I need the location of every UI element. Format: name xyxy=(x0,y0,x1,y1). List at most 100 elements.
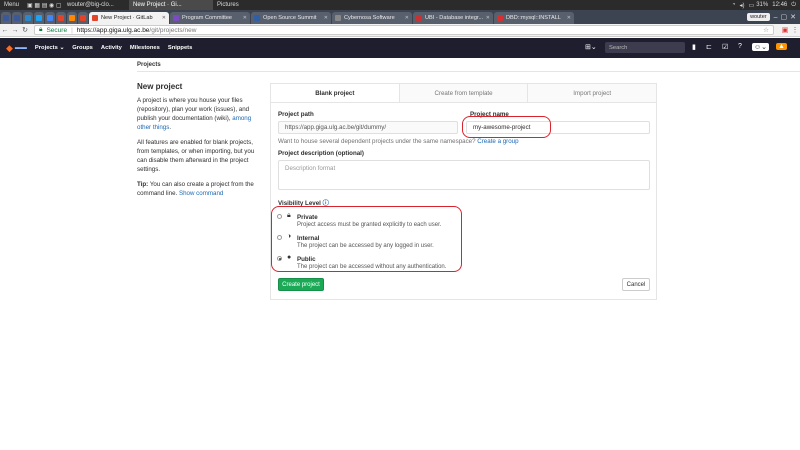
cancel-button[interactable]: Cancel xyxy=(622,278,650,291)
pinned-tab[interactable] xyxy=(34,12,44,24)
tip-paragraph: Tip: You can also create a project from … xyxy=(137,180,255,198)
close-window-icon[interactable]: ✕ xyxy=(790,13,796,21)
close-icon[interactable]: ✕ xyxy=(486,15,490,21)
annotation-visibility xyxy=(271,206,462,272)
browser-tab[interactable]: DBD::mysql::INSTALL ✕ xyxy=(494,12,574,24)
create-project-button[interactable]: Create project xyxy=(278,278,324,291)
gitlab-logo-text[interactable]: ▬▬ xyxy=(15,45,27,51)
os-menu-label: Menu xyxy=(4,2,20,8)
features-paragraph: All features are enabled for blank proje… xyxy=(137,139,255,173)
wifi-icon[interactable]: ◔ xyxy=(732,2,736,8)
search-input[interactable]: Search xyxy=(605,42,685,53)
power-icon[interactable]: ⏻ xyxy=(791,2,796,9)
sidebar-help: New project A project is where you house… xyxy=(137,82,255,204)
tab-title: UBI - Database integr... xyxy=(425,15,484,21)
nav-snippets[interactable]: Snippets xyxy=(168,45,192,51)
new-dropdown-icon[interactable]: ⊞⌄ xyxy=(585,43,597,51)
clock: 12:46 xyxy=(772,2,788,8)
nav-groups[interactable]: Groups xyxy=(72,45,93,51)
os-task-pictures[interactable]: Pictures xyxy=(213,0,273,10)
pinned-tab[interactable] xyxy=(78,12,88,24)
project-path-value: https://app.giga.ulg.ac.be/git/dummy/ xyxy=(285,124,387,131)
site-icon xyxy=(69,15,75,21)
reload-icon[interactable]: ↻ xyxy=(20,26,30,34)
maximize-icon[interactable]: ▢ xyxy=(781,13,788,21)
annotation-project-name xyxy=(462,116,551,138)
merge-requests-icon[interactable]: ⊏ xyxy=(706,43,712,51)
nav-projects[interactable]: Projects ⌄ xyxy=(35,45,64,51)
facebook-icon xyxy=(3,15,9,21)
notification-icon[interactable]: ▲ xyxy=(776,43,787,50)
namespace-help: Want to house several dependent projects… xyxy=(278,138,519,145)
site-icon xyxy=(254,15,260,21)
tab-title: New Project · GitLab xyxy=(101,15,153,21)
os-task-label: Pictures xyxy=(217,2,239,8)
browser-tab[interactable]: Program Committee ✕ xyxy=(170,12,250,24)
site-icon xyxy=(497,15,503,21)
user-avatar[interactable]: ☺⌄ xyxy=(752,43,770,51)
forward-icon[interactable]: → xyxy=(10,27,20,34)
description-label: Project description (optional) xyxy=(278,150,364,157)
pinned-tab[interactable] xyxy=(56,12,66,24)
browser-tab[interactable]: Open Source Summit ✕ xyxy=(251,12,331,24)
pinned-tab[interactable] xyxy=(12,12,22,24)
gitlab-icon xyxy=(80,15,86,21)
pinned-tab[interactable] xyxy=(23,12,33,24)
description-textarea[interactable]: Description format xyxy=(278,160,650,190)
browser-tab[interactable]: UBI - Database integr... ✕ xyxy=(413,12,493,24)
z-icon xyxy=(25,15,31,21)
address-bar[interactable]: 🔒︎ Secure | https://app.giga.ulg.ac.be /… xyxy=(34,25,774,35)
browser-profile-button[interactable]: wouter xyxy=(747,13,770,21)
breadcrumb-projects[interactable]: Projects xyxy=(137,62,161,68)
browser-menu-icon[interactable]: ⋮ xyxy=(790,26,800,34)
project-path-field[interactable]: https://app.giga.ulg.ac.be/git/dummy/ xyxy=(278,121,458,134)
help-icon[interactable]: ? xyxy=(738,43,742,50)
os-launcher-icons[interactable]: ▣ ▦ ▤ ◉ ▢ xyxy=(23,0,63,10)
tab-blank-project[interactable]: Blank project xyxy=(271,84,399,102)
os-task-browser[interactable]: New Project · Gi... xyxy=(129,0,214,10)
extension-icon[interactable]: ▣ xyxy=(780,26,790,34)
close-icon[interactable]: ✕ xyxy=(567,15,571,21)
window-controls: wouter ‒ ▢ ✕ xyxy=(747,10,800,24)
browser-tab[interactable]: Cybernosa Software ✕ xyxy=(332,12,412,24)
close-icon[interactable]: ✕ xyxy=(324,15,328,21)
battery-icon[interactable]: ▭ xyxy=(749,2,755,9)
tip-label: Tip: xyxy=(137,181,149,188)
close-icon[interactable]: ✕ xyxy=(405,15,409,21)
search-placeholder: Search xyxy=(609,44,628,51)
close-icon[interactable]: ✕ xyxy=(162,15,166,21)
os-taskbar: Menu ▣ ▦ ▤ ◉ ▢ wouter@big-clo... New Pro… xyxy=(0,0,800,10)
pinned-tab[interactable] xyxy=(1,12,11,24)
tab-create-from-template[interactable]: Create from template xyxy=(398,84,528,102)
gitlab-navbar: ◆ ▬▬ Projects ⌄ Groups Activity Mileston… xyxy=(0,38,800,58)
close-icon[interactable]: ✕ xyxy=(243,15,247,21)
volume-icon[interactable]: ◂) xyxy=(740,2,745,9)
tab-title: Open Source Summit xyxy=(263,15,317,21)
back-icon[interactable]: ← xyxy=(0,27,10,34)
todos-icon[interactable]: ☑ xyxy=(722,43,728,51)
star-icon[interactable]: ☆ xyxy=(763,26,769,34)
issues-icon[interactable]: ▮ xyxy=(692,43,696,51)
show-command-link[interactable]: Show command xyxy=(179,190,223,197)
tab-title: DBD::mysql::INSTALL xyxy=(506,15,561,21)
gitlab-logo-icon[interactable]: ◆ xyxy=(6,43,13,54)
secure-label: Secure xyxy=(46,26,68,34)
minimize-icon[interactable]: ‒ xyxy=(774,14,778,21)
gitlab-icon xyxy=(92,15,98,21)
gitlab-icon xyxy=(58,15,64,21)
os-menu-button[interactable]: Menu xyxy=(0,0,23,10)
pinned-tab[interactable] xyxy=(45,12,55,24)
pinned-tab[interactable] xyxy=(67,12,77,24)
battery-level: 31% xyxy=(756,2,769,8)
nav-activity[interactable]: Activity xyxy=(101,45,122,51)
url-host: https://app.giga.ulg.ac.be xyxy=(76,26,150,34)
nav-milestones[interactable]: Milestones xyxy=(130,45,160,51)
site-icon xyxy=(173,15,179,21)
tab-import-project[interactable]: Import project xyxy=(527,84,656,102)
browser-tab[interactable]: New Project · GitLab ✕ xyxy=(89,12,169,24)
os-task-terminal[interactable]: wouter@big-clo... xyxy=(63,0,129,10)
os-task-label: wouter@big-clo... xyxy=(67,2,114,8)
nav-label: Projects xyxy=(34,45,58,51)
os-tray: ◔ ◂) ▭ 31% 12:46 ⏻ xyxy=(732,2,800,9)
create-group-link[interactable]: Create a group xyxy=(477,138,518,145)
